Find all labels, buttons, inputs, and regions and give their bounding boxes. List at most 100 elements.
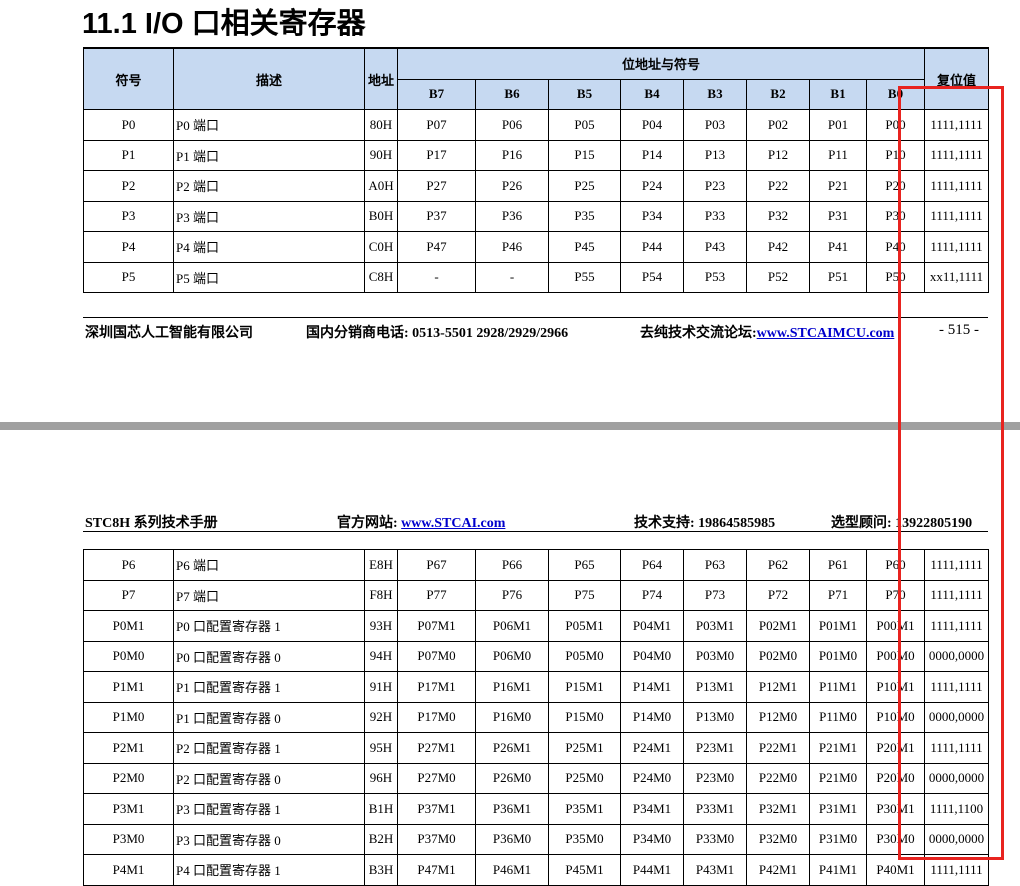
table-row: P1 P1 端口 90H P17 P16 P15 P14 P13 P12 P11 P10 1111,1… [83, 139, 989, 171]
bit-cell: P27M0 [397, 762, 476, 794]
addr-cell: 93H [364, 610, 398, 642]
header-support: 技术支持: 19864585985 [634, 516, 776, 531]
header-bit-b4: B4 [620, 78, 684, 110]
addr-cell: B2H [364, 823, 398, 855]
footer-forum-link[interactable]: www.STCAIMCU.com [757, 326, 895, 341]
addr-cell: 91H [364, 671, 398, 703]
desc-cell: P0 口配置寄存器 1 [173, 610, 365, 642]
page-header: STC8H 系列技术手册 官方网站: www.STCAI.com 技术支持: 1… [83, 516, 988, 532]
bit-cell: P02M1 [746, 610, 810, 642]
bit-cell: P22M0 [746, 762, 810, 794]
bit-cell: P07 [397, 109, 476, 141]
bit-cell: P30M0 [866, 823, 925, 855]
bit-cell: P23M0 [683, 762, 747, 794]
symbol-cell: P3M1 [83, 793, 174, 825]
bit-cell: P24M0 [620, 762, 684, 794]
symbol-cell: P7 [83, 579, 174, 611]
bit-cell: P03M0 [683, 640, 747, 672]
bit-cell: P63 [683, 549, 747, 581]
bit-cell: P01M0 [809, 640, 867, 672]
desc-cell: P4 端口 [173, 231, 365, 263]
bit-cell: P00M0 [866, 640, 925, 672]
bit-cell: P44 [620, 231, 684, 263]
table-row: P0 P0 端口 80H P07 P06 P05 P04 P03 P02 P01 P00 1111,1… [83, 109, 989, 141]
bit-cell: P46 [475, 231, 549, 263]
bit-cell: P44M1 [620, 854, 684, 886]
io-register-table-2: P6 P6 端口 E8H P67 P66 P65 P64 P63 P62 P61 P60 1111,1… [83, 549, 989, 886]
header-bit-b1: B1 [809, 78, 867, 110]
symbol-cell: P4M1 [83, 854, 174, 886]
bit-cell: P55 [548, 261, 621, 293]
bit-cell: P21M0 [809, 762, 867, 794]
reset-cell: 0000,0000 [924, 701, 989, 733]
bit-cell: P17M1 [397, 671, 476, 703]
bit-cell: P04 [620, 109, 684, 141]
bit-cell: P13M1 [683, 671, 747, 703]
bit-cell: P65 [548, 549, 621, 581]
bit-cell: P17M0 [397, 701, 476, 733]
bit-cell: P05M1 [548, 610, 621, 642]
reset-cell: 1111,1111 [924, 610, 989, 642]
bit-cell: P23 [683, 170, 747, 202]
bit-cell: P61 [809, 549, 867, 581]
desc-cell: P4 口配置寄存器 1 [173, 854, 365, 886]
bit-cell: P27M1 [397, 732, 476, 764]
bit-cell: P16M1 [475, 671, 549, 703]
bit-cell: - [397, 261, 476, 293]
bit-cell: P34M0 [620, 823, 684, 855]
bit-cell: P41 [809, 231, 867, 263]
bit-cell: P04M1 [620, 610, 684, 642]
bit-cell: P27 [397, 170, 476, 202]
addr-cell: B0H [364, 200, 398, 232]
page-number: - 515 - [939, 322, 979, 338]
bit-cell: P60 [866, 549, 925, 581]
table-row: P2 P2 端口 A0H P27 P26 P25 P24 P23 P22 P21 P20 1111,1… [83, 170, 989, 202]
bit-cell: P77 [397, 579, 476, 611]
symbol-cell: P6 [83, 549, 174, 581]
reset-cell: 1111,1111 [924, 139, 989, 171]
bit-cell: P40M1 [866, 854, 925, 886]
bit-cell: P20 [866, 170, 925, 202]
bit-cell: P36M0 [475, 823, 549, 855]
bit-cell: P02M0 [746, 640, 810, 672]
bit-cell: P52 [746, 261, 810, 293]
bit-cell: P47M1 [397, 854, 476, 886]
bit-cell: P64 [620, 549, 684, 581]
table-row: P3 P3 端口 B0H P37 P36 P35 P34 P33 P32 P31 P30 1111,1… [83, 200, 989, 232]
bit-cell: P01 [809, 109, 867, 141]
reset-cell: 1111,1111 [924, 854, 989, 886]
symbol-cell: P2M0 [83, 762, 174, 794]
reset-cell: xx11,1111 [924, 261, 989, 293]
bit-cell: P06 [475, 109, 549, 141]
bit-cell: P34 [620, 200, 684, 232]
header-bits-group: 位地址与符号 [397, 47, 925, 80]
header-desc: 描述 [173, 47, 365, 110]
desc-cell: P1 端口 [173, 139, 365, 171]
reset-cell: 0000,0000 [924, 762, 989, 794]
header-bit-b6: B6 [475, 78, 549, 110]
bit-cell: P36M1 [475, 793, 549, 825]
bit-cell: P12 [746, 139, 810, 171]
bit-cell: P41M1 [809, 854, 867, 886]
header-site-link[interactable]: www.STCAI.com [401, 516, 505, 531]
bit-cell: P11M1 [809, 671, 867, 703]
reset-cell: 1111,1100 [924, 793, 989, 825]
bit-cell: P00 [866, 109, 925, 141]
bit-cell: P26 [475, 170, 549, 202]
addr-cell: F8H [364, 579, 398, 611]
bit-cell: P24M1 [620, 732, 684, 764]
bit-cell: P31M0 [809, 823, 867, 855]
bit-cell: P10 [866, 139, 925, 171]
addr-cell: C0H [364, 231, 398, 263]
symbol-cell: P1 [83, 139, 174, 171]
page-separator [0, 422, 1020, 430]
bit-cell: P14M0 [620, 701, 684, 733]
symbol-cell: P1M1 [83, 671, 174, 703]
footer-forum-label: 去纯技术交流论坛: [640, 326, 757, 341]
table-row: P5 P5 端口 C8H - - P55 P54 P53 P52 P51 P50 xx11,1111 [83, 261, 989, 293]
symbol-cell: P0M1 [83, 610, 174, 642]
bit-cell: P67 [397, 549, 476, 581]
header-advisor: 选型顾问: 13922805190 [831, 516, 973, 531]
desc-cell: P0 口配置寄存器 0 [173, 640, 365, 672]
header-bit-b2: B2 [746, 78, 810, 110]
